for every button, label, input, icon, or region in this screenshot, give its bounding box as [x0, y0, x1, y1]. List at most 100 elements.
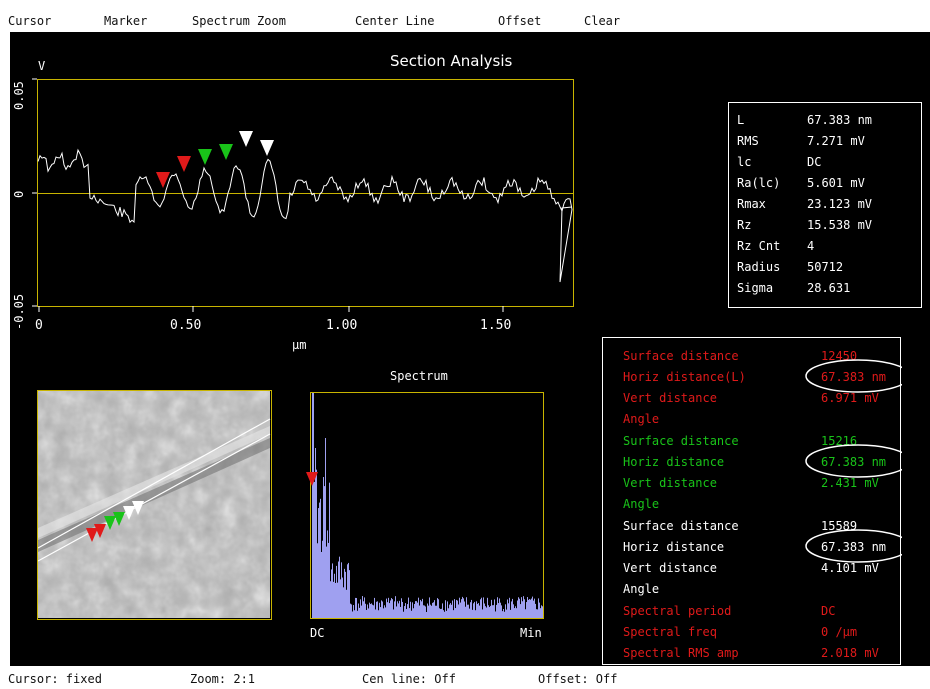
spectrum-bar	[422, 598, 423, 618]
spectrum-bar	[400, 606, 401, 618]
menu-spectrum-zoom[interactable]: Spectrum Zoom	[192, 14, 286, 28]
spectrum-bar	[348, 562, 349, 618]
spectrum-bar	[365, 603, 366, 618]
stat-value: 7.271 mV	[807, 134, 865, 148]
spectrum-bar	[490, 605, 491, 618]
stat-label: Radius	[737, 260, 781, 274]
profile-marker-green-2[interactable]	[219, 144, 233, 160]
spectrum-bar	[410, 601, 411, 618]
spectrum-bar	[486, 607, 487, 618]
stat-row-radius: Radius 50712	[737, 260, 843, 274]
spectrum-bar	[512, 598, 513, 618]
spectrum-bar	[465, 606, 466, 618]
x-tick-0: 0	[35, 318, 43, 333]
spectrum-bar	[491, 599, 492, 618]
spectrum-bar	[452, 600, 453, 618]
spectrum-bar	[432, 602, 433, 618]
spectrum-bar	[468, 604, 469, 618]
spectrum-bar	[433, 602, 434, 618]
status-bar: Cursor: fixed Zoom: 2:1 Cen line: Off Of…	[0, 666, 930, 689]
afm-surface-texture	[38, 391, 270, 618]
profile-marker-green-1[interactable]	[198, 149, 212, 165]
spectrum-bar	[349, 570, 350, 618]
spectrum-bar	[397, 601, 398, 618]
spectrum-bar	[462, 596, 463, 618]
stat-label: Rz	[737, 218, 752, 232]
stat-row-rz: Rz 15.538 mV	[737, 218, 872, 232]
spectrum-bar	[381, 600, 382, 618]
spectrum-bar	[502, 611, 503, 618]
menu-clear[interactable]: Clear	[584, 14, 620, 28]
menu-marker[interactable]: Marker	[104, 14, 147, 28]
spectrum-bar	[418, 597, 419, 618]
spectrum-bar	[404, 606, 405, 618]
spectrum-bar	[354, 610, 355, 618]
spectrum-bar	[460, 602, 461, 618]
spectrum-bar	[444, 611, 445, 618]
spectrum-bar	[332, 563, 333, 618]
highlight-ellipse-green	[805, 444, 902, 478]
spectrum-bar	[361, 605, 362, 618]
profile-markers[interactable]	[156, 131, 274, 188]
spectrum-bar	[532, 596, 533, 618]
spectrum-bar	[475, 610, 476, 618]
spectrum-bar	[413, 608, 414, 618]
spectrum-bar	[423, 605, 424, 618]
spectrum-bar	[454, 599, 455, 618]
spectrum-bar	[333, 581, 334, 618]
spectrum-bar	[336, 565, 337, 618]
spectrum-bar	[320, 498, 321, 618]
spectrum-bar	[329, 482, 330, 618]
spectrum-bar	[431, 605, 432, 618]
spectrum-bar	[337, 582, 338, 618]
stat-value: 28.631	[807, 281, 851, 295]
spectrum-bar	[331, 569, 332, 618]
spectrum-bar	[455, 608, 456, 618]
spectrum-x-left: DC	[310, 626, 324, 640]
profile-marker-white-1[interactable]	[239, 131, 253, 147]
afm-image-view[interactable]	[37, 390, 273, 620]
spectrum-bar	[476, 601, 477, 618]
spectrum-bar	[375, 609, 376, 618]
menu-center-line[interactable]: Center Line	[355, 14, 434, 28]
spectrum-bar	[338, 561, 339, 618]
spectrum-bar	[441, 608, 442, 618]
stat-label: Rmax	[737, 197, 766, 211]
spectrum-bar	[447, 601, 448, 618]
spectrum-bar	[499, 598, 500, 618]
spectrum-bar	[363, 601, 364, 618]
spectrum-plot[interactable]: Spectrum DC Min	[290, 358, 580, 648]
profile-marker-red-2[interactable]	[177, 156, 191, 172]
spectrum-bar	[350, 603, 351, 618]
menu-cursor[interactable]: Cursor	[8, 14, 51, 28]
spectrum-bar	[355, 597, 356, 618]
spectrum-bar	[492, 605, 493, 618]
spectrum-bar	[398, 603, 399, 618]
profile-marker-white-2[interactable]	[260, 140, 274, 156]
spectrum-bar	[366, 609, 367, 618]
spectrum-bar	[478, 603, 479, 618]
spectrum-bar	[480, 599, 481, 618]
spectrum-bar	[417, 602, 418, 618]
spectrum-bar	[358, 603, 359, 618]
spectrum-bar	[401, 598, 402, 618]
spectrum-bar	[520, 604, 521, 618]
spectrum-bar	[399, 600, 400, 618]
spectrum-bar	[420, 599, 421, 618]
menu-offset[interactable]: Offset	[498, 14, 541, 28]
spectrum-bar	[377, 601, 378, 618]
spectrum-bar	[335, 582, 336, 618]
spectrum-bar	[535, 603, 536, 618]
spectrum-bar	[379, 602, 380, 618]
spectrum-bar	[505, 604, 506, 618]
spectrum-bar	[392, 599, 393, 618]
spectrum-bars	[312, 393, 543, 618]
stat-label: Rz Cnt	[737, 239, 781, 253]
stat-value: 50712	[807, 260, 844, 274]
spectrum-bar	[500, 602, 501, 618]
spectrum-bar	[529, 599, 530, 618]
spectrum-bar	[345, 571, 346, 618]
spectrum-bar	[471, 599, 472, 618]
spectrum-bar	[346, 589, 347, 618]
section-profile-plot[interactable]: V 0 0.50 1.00 1.50 µm 0.05 0 -0.05	[10, 32, 590, 362]
